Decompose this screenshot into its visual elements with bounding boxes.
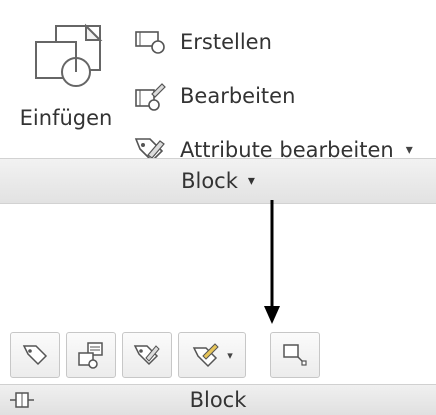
- tool-attribute-manager-button[interactable]: ▾: [178, 332, 246, 378]
- create-block-label: Erstellen: [180, 30, 272, 54]
- tag-icon: [22, 345, 48, 366]
- panel-title-bar[interactable]: Block ▾: [0, 158, 436, 204]
- block-editor-button[interactable]: Bearbeiten: [128, 76, 428, 116]
- block-editor-icon: [128, 79, 172, 113]
- block-editor-icon: [78, 342, 103, 369]
- insert-button[interactable]: Einfügen: [8, 10, 124, 150]
- compact-panel-title-bar[interactable]: Block: [0, 384, 436, 415]
- block-panel-expanded: Einfügen Erstellen Bearbeiten Attribute …: [0, 0, 436, 222]
- panel-title: Block: [181, 169, 238, 193]
- chevron-down-icon[interactable]: ▾: [227, 349, 233, 362]
- tool-edit-attributes-button[interactable]: [122, 332, 172, 378]
- insert-block-icon: [35, 23, 103, 87]
- edit-attributes-icon: [133, 345, 160, 366]
- insert-label: Einfügen: [19, 106, 113, 130]
- panel-expand-arrow-icon[interactable]: ▾: [248, 173, 255, 189]
- attribute-manager-icon: [193, 343, 219, 368]
- create-block-icon: [128, 25, 172, 59]
- down-arrow-icon: [264, 200, 280, 324]
- selection-icon: [283, 344, 307, 366]
- tool-selection-button[interactable]: [270, 332, 320, 378]
- create-block-button[interactable]: Erstellen: [128, 22, 428, 62]
- tool-tag-button[interactable]: [10, 332, 60, 378]
- tool-block-editor-button[interactable]: [66, 332, 116, 378]
- block-editor-label: Bearbeiten: [180, 84, 296, 108]
- compact-panel-title: Block: [189, 388, 247, 412]
- chevron-down-icon[interactable]: ▾: [406, 142, 413, 158]
